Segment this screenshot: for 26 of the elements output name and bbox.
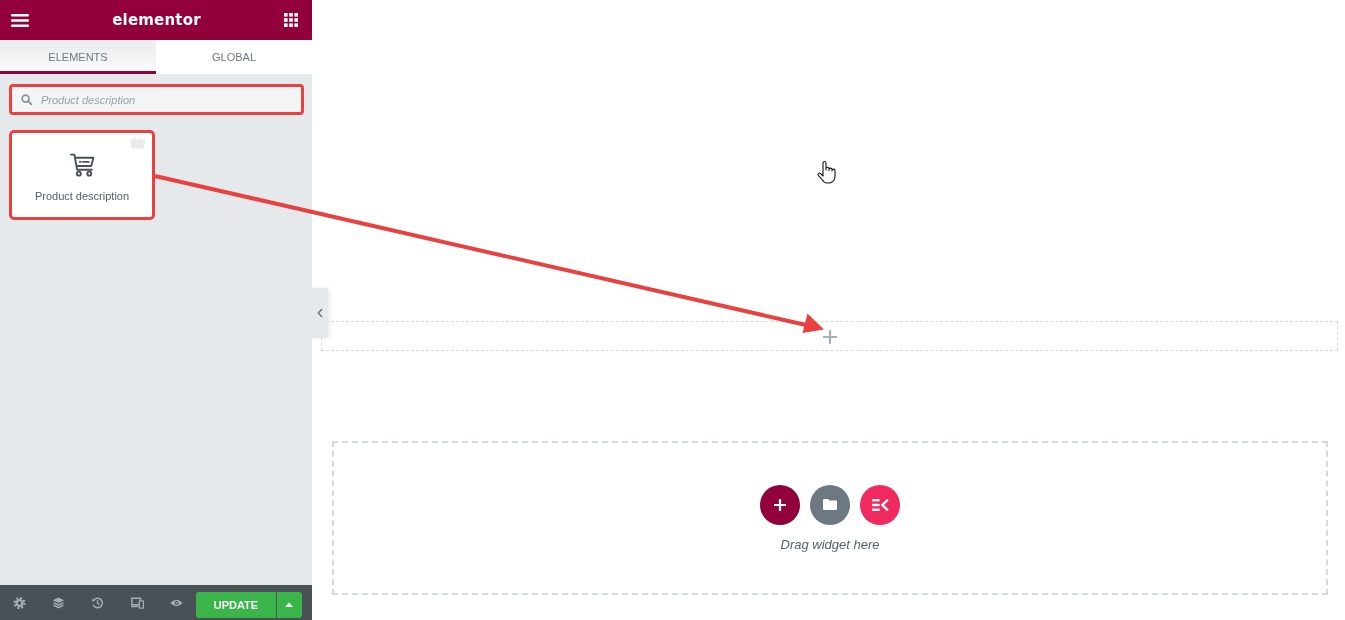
- caret-up-icon: [285, 602, 294, 607]
- apps-grid-icon[interactable]: [284, 13, 298, 27]
- logo-text: elementor: [112, 11, 201, 29]
- folder-icon: [823, 499, 837, 510]
- drag-hint: Drag widget here: [780, 536, 880, 552]
- kit-button[interactable]: [860, 484, 900, 525]
- add-section-button[interactable]: [760, 484, 800, 525]
- update-options-button[interactable]: [276, 591, 302, 618]
- responsive-icon[interactable]: [130, 596, 144, 609]
- settings-icon[interactable]: [13, 596, 27, 609]
- history-icon[interactable]: [91, 596, 105, 609]
- chevron-left-icon: [317, 308, 323, 318]
- update-button[interactable]: UPDATE: [195, 591, 276, 618]
- menu-icon[interactable]: [11, 13, 29, 27]
- template-library-button[interactable]: [810, 484, 850, 525]
- panel-tab[interactable]: ELEMENTS: [0, 40, 156, 74]
- plus-icon: [774, 498, 786, 511]
- plus-icon: [822, 330, 837, 344]
- search-icon: [21, 94, 32, 105]
- hand-cursor-icon: [817, 160, 836, 184]
- widget-card[interactable]: Product description: [9, 130, 155, 220]
- panel-tab[interactable]: GLOBAL: [156, 40, 312, 74]
- search-field[interactable]: Product description: [9, 84, 304, 115]
- layers-icon[interactable]: [52, 596, 66, 609]
- cart-icon: [69, 152, 95, 177]
- bars-chevron-icon: [871, 498, 889, 511]
